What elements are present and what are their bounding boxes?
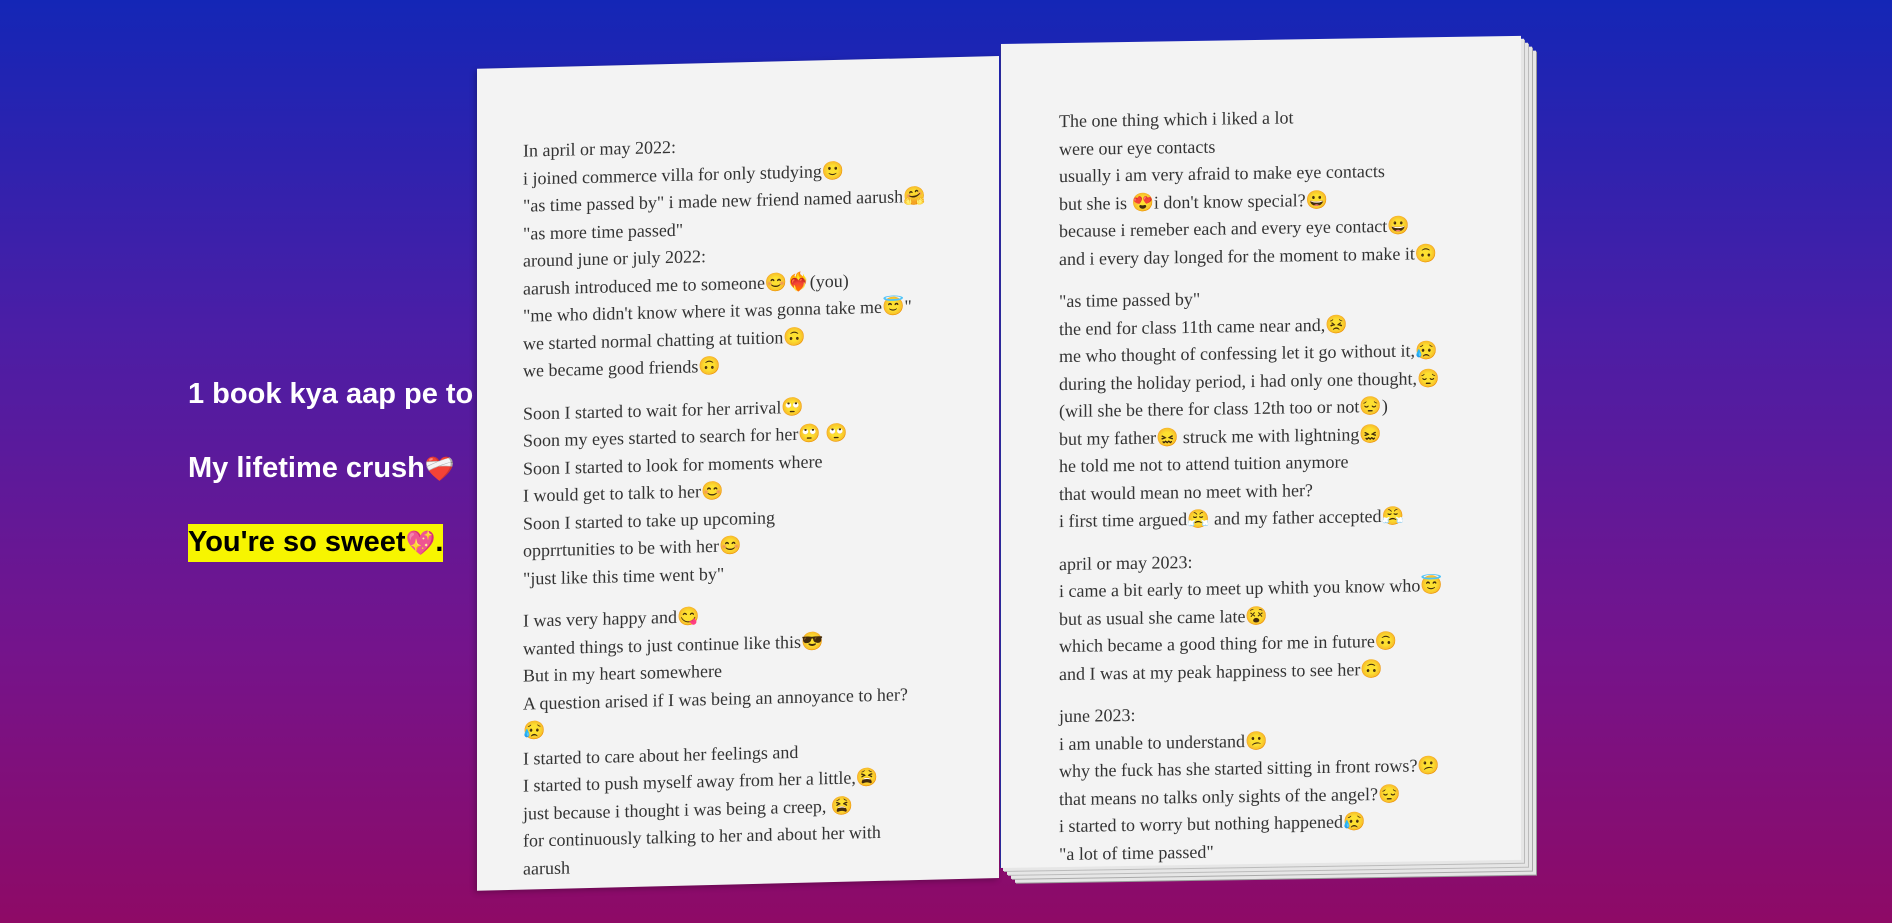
intro-line-1: 1 book kya aap pe to (188, 378, 474, 410)
intro-line-2-text: My lifetime crush (188, 452, 425, 484)
left-page-text: In april or may 2022: i joined commerce v… (523, 127, 969, 883)
highlighted-message-suffix: . (435, 526, 444, 558)
heart-icon: ❤️‍🩹 (424, 455, 455, 483)
sparkling-heart-icon: 💖 (405, 529, 436, 557)
highlighted-message: You're so sweet💖. (188, 524, 444, 562)
intro-line-2: My lifetime crush❤️‍🩹 (188, 452, 455, 485)
highlighted-message-text: You're so sweet (188, 526, 406, 558)
intro-line-3: You're so sweet💖. (188, 524, 444, 562)
book-left-page: In april or may 2022: i joined commerce v… (477, 56, 999, 891)
book-right-page: The one thing which i liked a lot were ou… (1000, 35, 1521, 868)
right-page-text: The one thing which i liked a lot were ou… (1059, 101, 1491, 868)
